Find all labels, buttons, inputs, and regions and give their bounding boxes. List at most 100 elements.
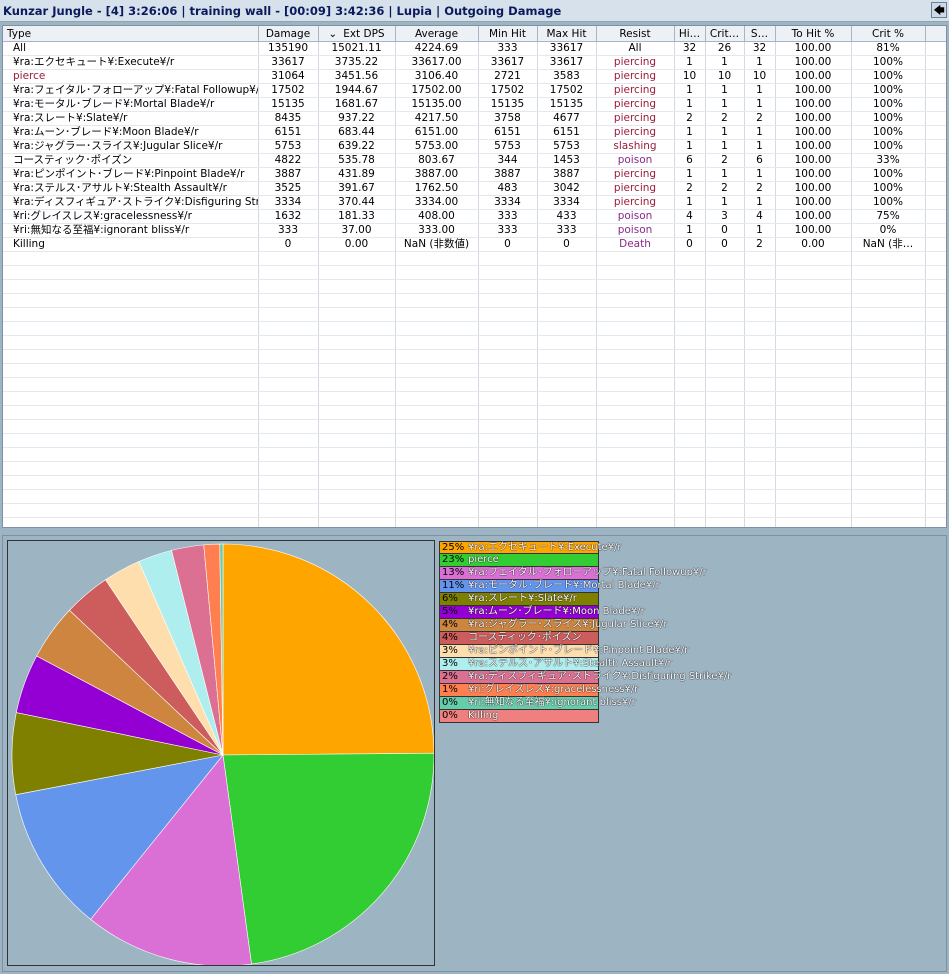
empty-cell xyxy=(925,461,946,476)
table-cell: NaN (非数値) xyxy=(395,237,479,252)
column-header-crit[interactable]: Crit… xyxy=(705,26,745,42)
empty-cell xyxy=(478,279,538,294)
table-row[interactable]: ¥ra:ジャグラー･スライス¥:Jugular Slice¥/r 5753 639.… xyxy=(3,139,946,154)
table-cell: poison xyxy=(596,223,675,238)
empty-cell xyxy=(318,461,396,476)
table-cell: 3 xyxy=(705,209,745,224)
table-cell: 0 xyxy=(478,237,538,252)
empty-row xyxy=(3,391,946,406)
table-cell: 1944.67 xyxy=(318,83,396,98)
empty-cell xyxy=(775,461,852,476)
empty-cell xyxy=(395,489,479,504)
pie-chart-frame xyxy=(7,540,435,967)
table-header-row: Type Damage ⌄ Ext DPS Average Min Hit Max Hit R… xyxy=(3,26,946,42)
empty-row xyxy=(3,321,946,336)
table-row[interactable]: ¥ra:ムーン･ブレード¥:Moon Blade¥/r 6151 683.44 615… xyxy=(3,125,946,140)
column-header-crit[interactable]: Crit % xyxy=(851,26,926,42)
table-row[interactable]: pierce 31064 3451.56 3106.40 2721 3583 piercin… xyxy=(3,69,946,84)
empty-cell xyxy=(478,433,538,448)
empty-cell xyxy=(258,363,319,378)
column-header-average[interactable]: Average xyxy=(395,26,479,42)
chart-legend: 25% ¥ra:エクセキュート¥:Execute¥/r 23% pierce 13% ¥r… xyxy=(439,541,731,723)
empty-cell xyxy=(744,405,776,420)
empty-cell xyxy=(925,475,946,490)
table-cell: All xyxy=(596,41,675,56)
table-row[interactable]: ¥ra:スレート¥:Slate¥/r 8435 937.22 4217.50 3758 4… xyxy=(3,111,946,126)
table-cell: 3887 xyxy=(537,167,597,182)
empty-cell xyxy=(925,363,946,378)
empty-cell xyxy=(596,503,675,518)
table-cell: 3334 xyxy=(258,195,319,210)
table-cell: 0 xyxy=(537,237,597,252)
table-row[interactable]: ¥ri:グレイスレス¥:gracelessness¥/r 1632 181.33 40… xyxy=(3,209,946,224)
legend-label: ¥ra:ディスフィギュア･ストライク¥:Disfiguring Strike¥/… xyxy=(468,671,732,682)
empty-cell xyxy=(395,461,479,476)
table-row[interactable]: ¥ra:ステルス･アサルト¥:Stealth Assault¥/r 3525 391… xyxy=(3,181,946,196)
empty-cell xyxy=(744,279,776,294)
empty-cell xyxy=(318,503,396,518)
table-cell: 100.00 xyxy=(775,111,852,126)
column-header-hi[interactable]: Hi… xyxy=(674,26,706,42)
empty-cell xyxy=(3,335,259,350)
empty-cell xyxy=(744,517,776,527)
column-header-max-hit[interactable]: Max Hit xyxy=(537,26,597,42)
empty-row xyxy=(3,419,946,434)
column-header-damage[interactable]: Damage xyxy=(258,26,319,42)
table-row[interactable]: ¥ra:ディスフィギュア･ストライク¥:Disfiguring Strike¥/… xyxy=(3,195,946,210)
column-header-min-hit[interactable]: Min Hit xyxy=(478,26,538,42)
legend-label: ¥ra:フェイタル･フォローアップ¥:Fatal Followup¥/r xyxy=(468,567,707,578)
damage-type-cell: ¥ra:ディスフィギュア･ストライク¥:Disfiguring Strike¥/… xyxy=(3,195,259,210)
table-cell: 15135.00 xyxy=(395,97,479,112)
table-cell: 3451.56 xyxy=(318,69,396,84)
empty-cell xyxy=(395,293,479,308)
legend-percent: 25% xyxy=(442,542,465,553)
empty-cell xyxy=(395,279,479,294)
legend-label: ¥ri:グレイスレス¥:gracelessness¥/r xyxy=(468,684,639,695)
column-header-label: Crit… xyxy=(709,27,740,40)
empty-cell xyxy=(674,321,706,336)
legend-item: 3% ¥ra:ピンポイント･ブレード¥:Pinpoint Blade¥/r xyxy=(439,645,688,658)
empty-cell xyxy=(596,475,675,490)
empty-cell xyxy=(258,475,319,490)
table-cell: 1632 xyxy=(258,209,319,224)
table-row[interactable]: ¥ra:ピンポイント･ブレード¥:Pinpoint Blade¥/r 3887 43… xyxy=(3,167,946,182)
table-row[interactable]: ¥ra:エクセキュート¥:Execute¥/r 33617 3735.22 33617… xyxy=(3,55,946,70)
empty-cell xyxy=(744,335,776,350)
legend-label: コースティック･ポイズン xyxy=(468,632,582,643)
column-header-s[interactable]: S… xyxy=(744,26,776,42)
table-cell: 333 xyxy=(537,223,597,238)
table-cell-filler xyxy=(925,125,946,140)
empty-cell xyxy=(258,349,319,364)
column-header-resist[interactable]: Resist xyxy=(596,26,675,42)
column-header-ext-dps[interactable]: ⌄ Ext DPS xyxy=(318,26,396,42)
legend-percent: 5% xyxy=(442,606,458,617)
empty-cell xyxy=(851,391,926,406)
empty-cell xyxy=(775,265,852,280)
empty-cell xyxy=(3,307,259,322)
table-row[interactable]: ¥ra:フェイタル･フォローアップ¥:Fatal Followup¥/r 1750… xyxy=(3,83,946,98)
empty-cell xyxy=(395,377,479,392)
column-header-type[interactable]: Type xyxy=(3,26,259,42)
empty-cell xyxy=(851,405,926,420)
table-cell: 100% xyxy=(851,195,926,210)
empty-cell xyxy=(478,321,538,336)
table-cell: 100% xyxy=(851,97,926,112)
column-header-to-hit[interactable]: To Hit % xyxy=(775,26,852,42)
empty-cell xyxy=(744,475,776,490)
table-cell: 17502 xyxy=(478,83,538,98)
table-row[interactable]: Killing 0 0.00 NaN (非数値) 0 0 Death 0 0 2 0.00 NaN (… xyxy=(3,237,946,252)
empty-cell xyxy=(674,517,706,527)
table-row[interactable]: All 135190 15021.11 4224.69 333 33617 All 32 26 3… xyxy=(3,41,946,56)
table-cell: 1 xyxy=(705,167,745,182)
table-row[interactable]: ¥ri:無知なる至福¥:ignorant bliss¥/r 333 37.00 333… xyxy=(3,223,946,238)
back-arrow-icon[interactable]: 🡄 xyxy=(931,2,947,18)
empty-cell xyxy=(478,363,538,378)
table-cell: 100.00 xyxy=(775,167,852,182)
damage-type-cell: ¥ra:エクセキュート¥:Execute¥/r xyxy=(3,55,259,70)
table-row[interactable]: コースティック･ポイズン 4822 535.78 803.67 344 1453 poiso… xyxy=(3,153,946,168)
table-cell: 3735.22 xyxy=(318,55,396,70)
table-row[interactable]: ¥ra:モータル･ブレード¥:Mortal Blade¥/r 15135 1681.… xyxy=(3,97,946,112)
table-cell: piercing xyxy=(596,97,675,112)
table-cell: 2 xyxy=(744,181,776,196)
empty-cell xyxy=(318,391,396,406)
